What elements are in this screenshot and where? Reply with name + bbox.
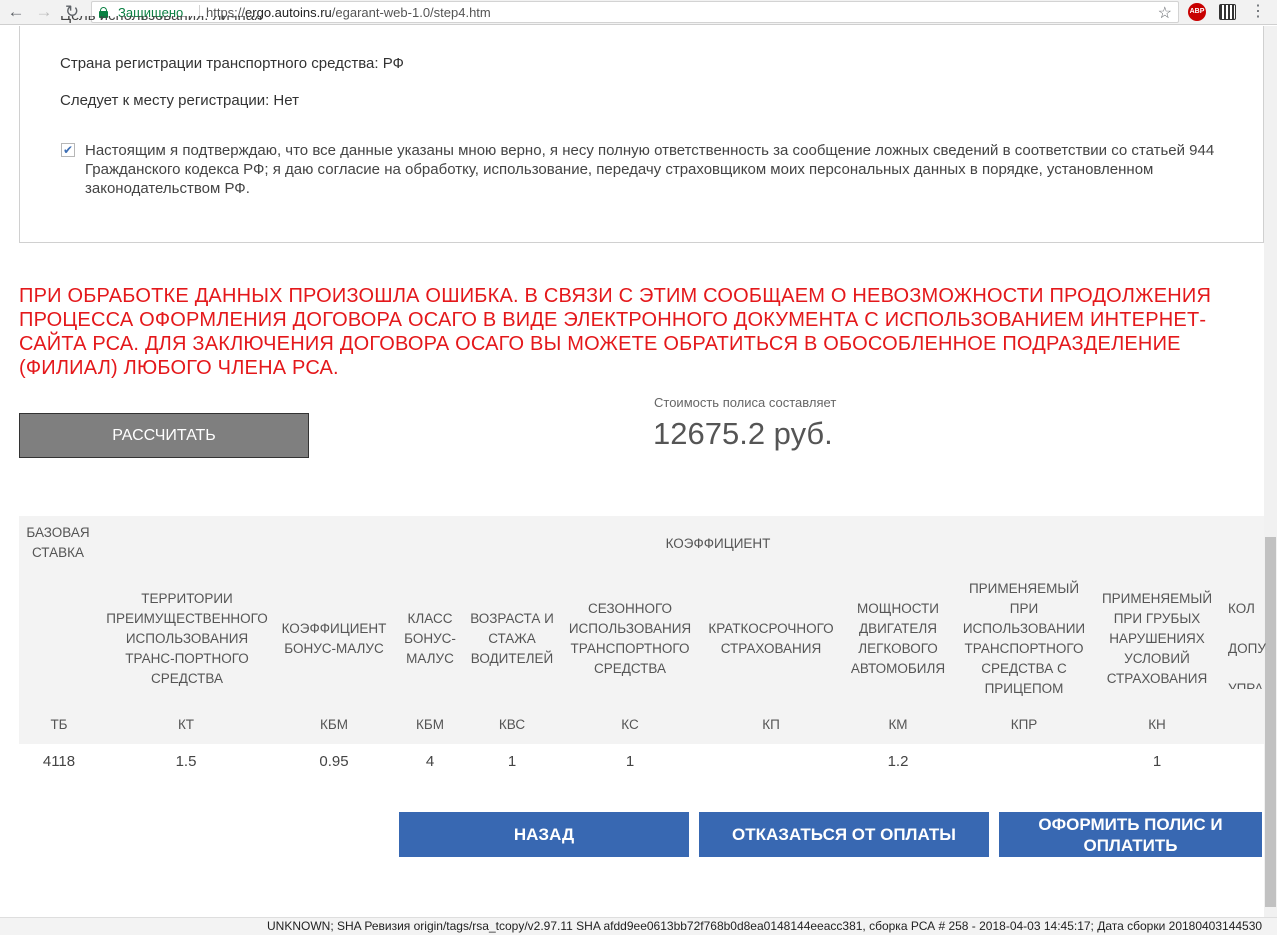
value-kbm: 0.95 <box>319 753 349 770</box>
consent-checkbox[interactable]: ✔ <box>61 143 75 157</box>
code-tb: ТБ <box>50 717 68 732</box>
code-km: КМ <box>888 717 908 732</box>
col-header-kt: ТЕРРИТОРИИ ПРЕИМУЩЕСТВЕННОГО ИСПОЛЬЗОВАН… <box>106 591 268 686</box>
back-arrow-icon[interactable]: ← <box>5 1 27 23</box>
value-km: 1.2 <box>887 753 909 770</box>
calculate-button[interactable]: РАССЧИТАТЬ <box>19 413 309 458</box>
col-header-kn: ПРИМЕНЯЕМЫЙ ПРИ ГРУБЫХ НАРУШЕНИЯХ УСЛОВИ… <box>1101 591 1213 686</box>
policy-price: 12675.2 руб. <box>653 416 833 451</box>
value-kn: 1 <box>1152 753 1162 770</box>
col-header-kbm-class: КЛАСС БОНУС-МАЛУС <box>404 611 456 666</box>
build-info-footer: UNKNOWN; SHA Ревизия origin/tags/rsa_tco… <box>0 917 1277 935</box>
value-kbm-class: 4 <box>425 753 435 770</box>
code-ks: КС <box>621 717 639 732</box>
col-header-ks: СЕЗОННОГО ИСПОЛЬЗОВАНИЯ ТРАНСПОРТНОГО СР… <box>568 601 692 676</box>
col-header-km: МОЩНОСТИ ДВИГАТЕЛЯ ЛЕГКОВОГО АВТОМОБИЛЯ <box>850 601 946 676</box>
coefficient-header: КОЭФФИЦИЕНТ <box>665 536 771 551</box>
col-header-kbm: КОЭФФИЦИЕНТ БОНУС-МАЛУС <box>281 621 387 656</box>
adblock-icon[interactable]: ABP <box>1188 3 1206 21</box>
col-header-truncated: КОЛ ДОПУ УПРА <box>1228 601 1266 689</box>
truncated-field: Цель использования: личная <box>60 16 262 26</box>
registration-field: Следует к месту регистрации: Нет <box>60 92 299 109</box>
cost-label: Стоимость полиса составляет <box>654 395 837 410</box>
code-kpr: КПР <box>1010 717 1038 732</box>
refuse-payment-button[interactable]: ОТКАЗАТЬСЯ ОТ ОПЛАТЫ <box>699 812 989 857</box>
build-info-text: UNKNOWN; SHA Ревизия origin/tags/rsa_tco… <box>267 919 1263 933</box>
error-message: ПРИ ОБРАБОТКЕ ДАННЫХ ПРОИЗОШЛА ОШИБКА. В… <box>19 285 1212 379</box>
code-kt: КТ <box>177 717 195 732</box>
col-header-kpr: ПРИМЕНЯЕМЫЙ ПРИ ИСПОЛЬЗОВАНИИ ТРАНСПОРТН… <box>962 581 1086 696</box>
value-kvs: 1 <box>507 753 517 770</box>
value-ks: 1 <box>625 753 635 770</box>
code-kbm: КБМ <box>320 717 348 732</box>
consent-text: Настоящим я подтверждаю, что все данные … <box>85 142 1215 197</box>
menu-dots-icon[interactable]: ⋮ <box>1250 0 1266 24</box>
value-tb: 4118 <box>42 753 76 770</box>
forward-arrow-icon[interactable]: → <box>33 1 55 23</box>
extension-icon[interactable] <box>1219 4 1236 20</box>
base-rate-header: БАЗОВАЯ СТАВКА <box>26 525 90 560</box>
issue-and-pay-button[interactable]: ОФОРМИТЬ ПОЛИС И ОПЛАТИТЬ <box>999 812 1262 857</box>
back-button[interactable]: НАЗАД <box>399 812 689 857</box>
col-header-kp: КРАТКОСРОЧНОГО СТРАХОВАНИЯ <box>708 621 834 656</box>
code-kn: КН <box>1148 717 1166 732</box>
code-kbm-class: КБМ <box>416 717 444 732</box>
code-kp: КП <box>762 717 780 732</box>
value-kt: 1.5 <box>175 753 197 770</box>
bookmark-star-icon[interactable]: ☆ <box>1158 3 1172 23</box>
code-kvs: КВС <box>498 717 526 732</box>
country-field: Страна регистрации транспортного средств… <box>60 55 404 72</box>
col-header-kvs: ВОЗРАСТА И СТАЖА ВОДИТЕЛЕЙ <box>470 611 554 666</box>
